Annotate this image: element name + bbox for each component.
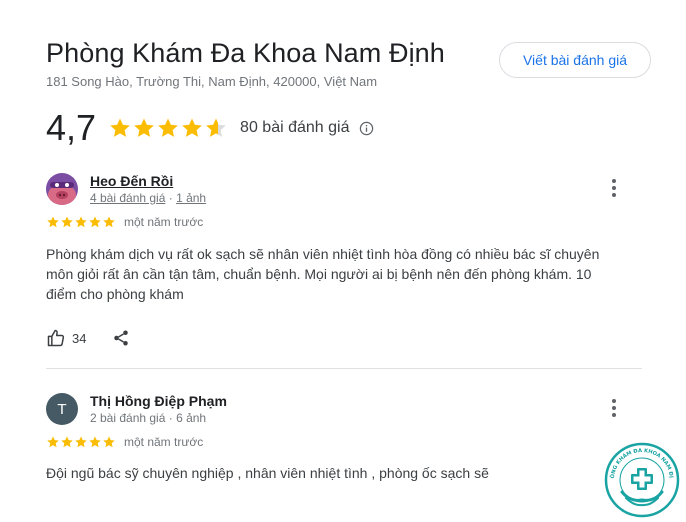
- place-header: Phòng Khám Đa Khoa Nam Định 181 Song Hào…: [46, 36, 445, 89]
- review-count: 80 bài đánh giá: [240, 119, 350, 136]
- info-icon[interactable]: [359, 121, 374, 136]
- star-icon: [158, 118, 178, 137]
- star-icon: [182, 118, 202, 137]
- review-actions: 34: [46, 328, 130, 348]
- star-icon: [61, 436, 73, 448]
- review-meta: 2 bài đánh giá · 6 ảnh: [90, 411, 207, 425]
- review-text: Đội ngũ bác sỹ chuyên nghiệp , nhân viên…: [46, 465, 489, 481]
- share-button[interactable]: [112, 329, 130, 347]
- star-icon: [134, 118, 154, 137]
- author-reviews-link[interactable]: 4 bài đánh giá: [90, 191, 165, 205]
- star-icon: [47, 436, 59, 448]
- clinic-logo-icon: PHÒNG KHÁM ĐA KHOA NAM ĐỊNH: [604, 442, 680, 518]
- review-card: Heo Đến Rồi 4 bài đánh giá · 1 ảnh một n…: [46, 173, 642, 363]
- like-button[interactable]: 34: [46, 328, 86, 348]
- star-icon: [103, 436, 115, 448]
- star-icon: [110, 118, 130, 137]
- half-star-icon: [206, 118, 226, 137]
- star-icon: [103, 216, 115, 228]
- avatar[interactable]: T: [46, 393, 78, 425]
- review-stars: [46, 215, 116, 229]
- thumbs-up-icon: [47, 329, 65, 347]
- review-card: T Thị Hồng Điệp Phạm 2 bài đánh giá · 6 …: [46, 393, 642, 513]
- review-meta: 4 bài đánh giá · 1 ảnh: [90, 191, 206, 205]
- place-address: 181 Song Hào, Trường Thi, Nam Định, 4200…: [46, 74, 378, 89]
- author-photos-link[interactable]: 1 ảnh: [176, 191, 206, 205]
- star-icon: [75, 436, 87, 448]
- review-author[interactable]: Heo Đến Rồi: [90, 173, 173, 189]
- share-icon: [114, 330, 129, 346]
- pig-avatar-icon[interactable]: [46, 173, 78, 205]
- place-title: Phòng Khám Đa Khoa Nam Định: [46, 38, 445, 68]
- meta-separator: ·: [165, 191, 177, 205]
- review-rating: một năm trước: [46, 435, 203, 449]
- star-icon: [89, 216, 101, 228]
- review-text: Phòng khám dịch vụ rất ok sạch sẽ nhân v…: [46, 246, 600, 302]
- star-icon: [89, 436, 101, 448]
- review-stars: [46, 435, 116, 449]
- average-stars: [108, 116, 228, 140]
- review-divider: [46, 368, 642, 369]
- review-time: một năm trước: [124, 215, 204, 229]
- review-author[interactable]: Thị Hồng Điệp Phạm: [90, 393, 227, 409]
- star-icon: [61, 216, 73, 228]
- average-rating: 4,7: [46, 107, 97, 148]
- like-count: 34: [72, 330, 87, 346]
- star-icon: [47, 216, 59, 228]
- star-icon: [75, 216, 87, 228]
- more-options-button[interactable]: [608, 177, 620, 199]
- review-time: một năm trước: [124, 435, 204, 449]
- review-rating: một năm trước: [46, 215, 203, 229]
- write-review-button[interactable]: Viết bài đánh giá: [499, 42, 651, 78]
- rating-summary: 4,7 80 bài đánh giá: [46, 108, 374, 148]
- more-options-button[interactable]: [608, 397, 620, 419]
